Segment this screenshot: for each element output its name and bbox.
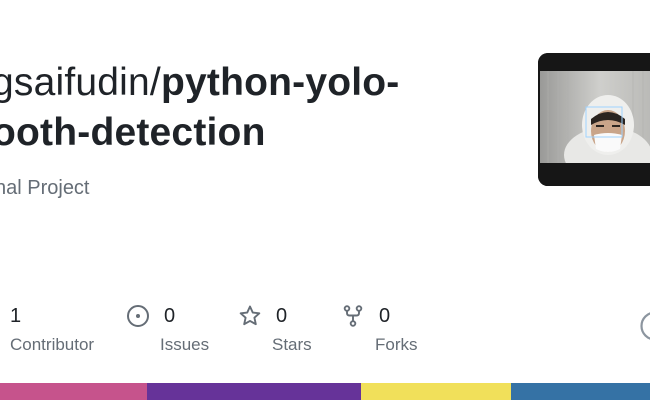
stat-stars-row: 0 <box>238 302 312 330</box>
stars-label: Stars <box>272 335 312 354</box>
stat-forks[interactable]: 0 Forks <box>341 302 418 356</box>
contributors-count: 1 <box>10 305 22 327</box>
stat-issues[interactable]: 0 Issues <box>126 302 209 356</box>
github-mark-icon <box>640 311 650 341</box>
issue-opened-icon <box>126 304 150 328</box>
repo-social-card: gsaifudin/python-yolo- ooth-detection na… <box>0 0 650 400</box>
repo-preview-image <box>538 53 650 186</box>
issues-count: 0 <box>164 305 176 327</box>
stat-forks-row: 0 <box>341 302 418 330</box>
repo-stats: 1 Contributor 0 Issues 0 Stars 0 Forks <box>0 302 650 362</box>
repo-forked-icon <box>341 304 365 328</box>
language-bar-segment <box>510 383 650 400</box>
stat-contributors-row: 1 <box>10 302 94 330</box>
repo-title[interactable]: gsaifudin/python-yolo- ooth-detection <box>0 58 512 158</box>
star-icon <box>238 304 262 328</box>
language-bar <box>0 383 650 400</box>
stars-count: 0 <box>276 305 288 327</box>
forks-count: 0 <box>379 305 391 327</box>
repo-title-line-1: gsaifudin/python-yolo- <box>0 58 512 108</box>
repo-description: nal Project <box>0 177 90 199</box>
repo-name-part-1[interactable]: python-yolo- <box>161 61 400 104</box>
stat-contributors[interactable]: 1 Contributor <box>10 302 94 356</box>
language-bar-segment <box>0 383 147 400</box>
stat-stars[interactable]: 0 Stars <box>238 302 312 356</box>
webcam-face-detection-image <box>538 53 650 186</box>
repo-name-part-2[interactable]: ooth-detection <box>0 108 512 158</box>
contributors-label: Contributor <box>10 335 95 354</box>
forks-label: Forks <box>375 335 418 354</box>
repo-owner[interactable]: gsaifudin <box>0 61 150 104</box>
stat-issues-row: 0 <box>126 302 209 330</box>
language-bar-segment <box>361 383 511 400</box>
issues-label: Issues <box>160 335 210 354</box>
language-bar-segment <box>146 383 362 400</box>
repo-separator: / <box>149 61 161 104</box>
